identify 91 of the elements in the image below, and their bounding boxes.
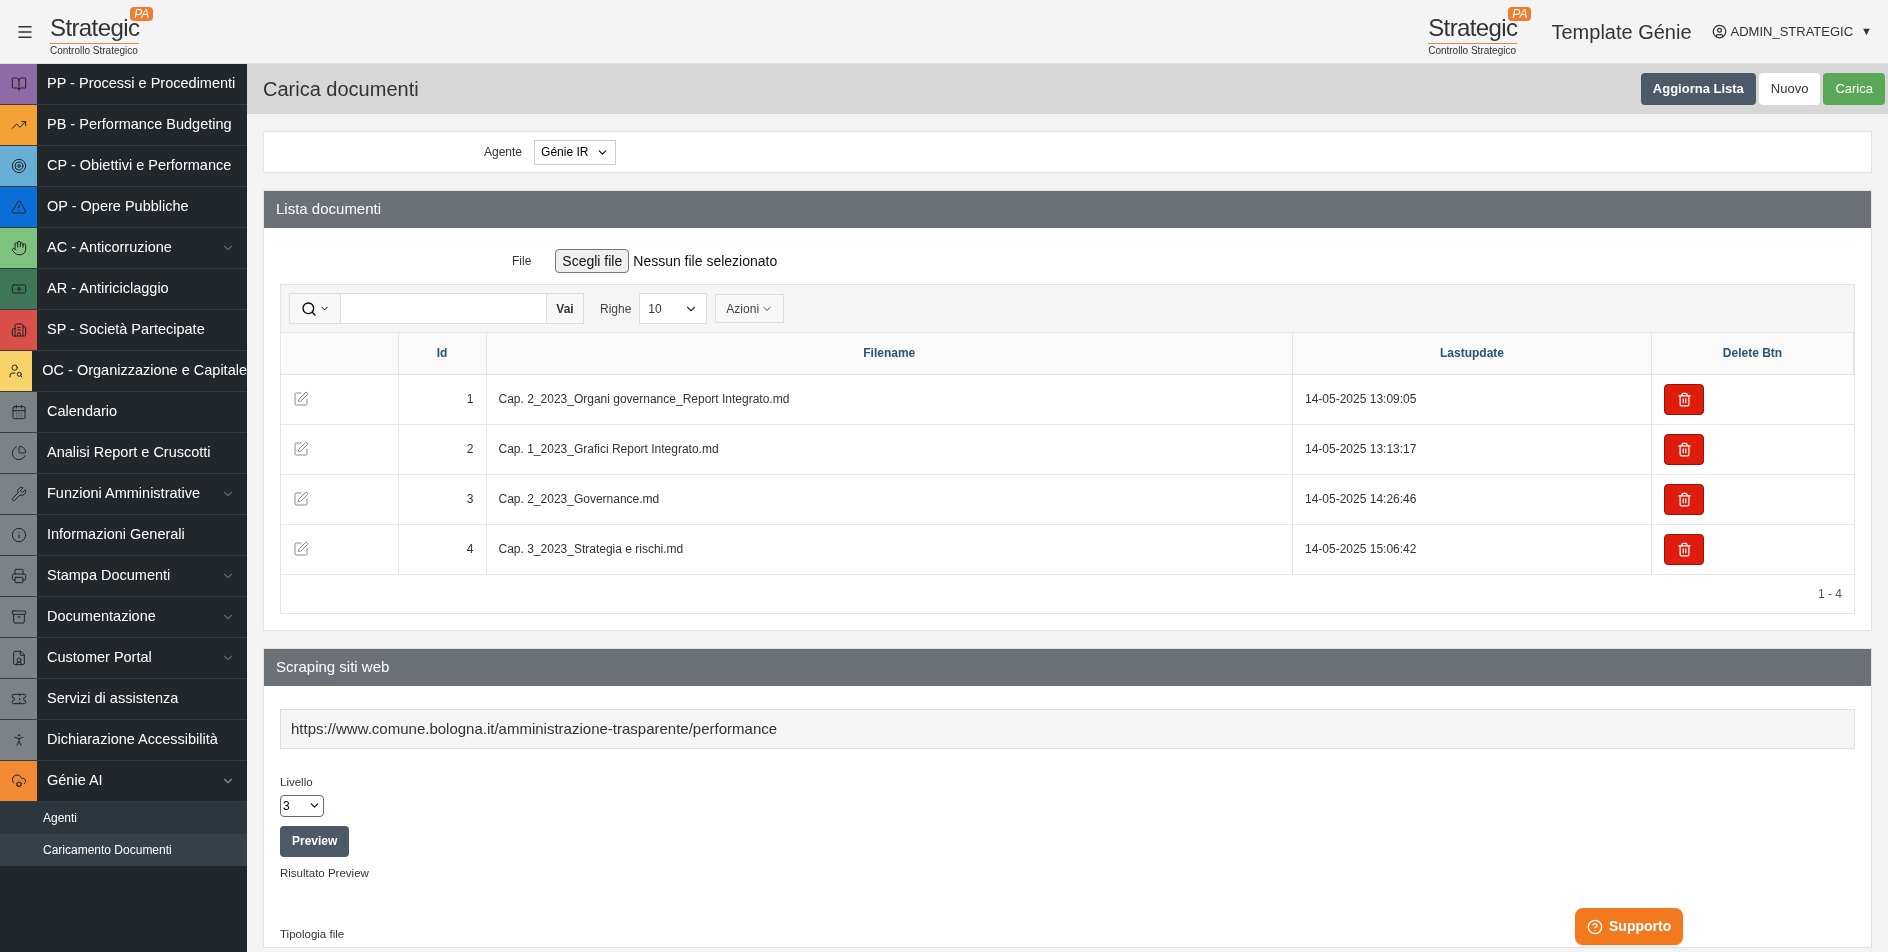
user-icon (1711, 24, 1727, 39)
edit-icon[interactable] (293, 441, 309, 457)
actions-button[interactable]: Azioni (715, 294, 785, 323)
printer-icon (10, 568, 27, 584)
sidebar-item[interactable]: Customer Portal (0, 638, 247, 679)
preview-button[interactable]: Preview (280, 825, 350, 857)
user-search-icon (8, 363, 25, 379)
target-icon (10, 158, 27, 174)
choose-file-button[interactable]: Scegli file (555, 249, 630, 273)
trash-icon (1676, 541, 1692, 557)
sidebar-item[interactable]: AC - Anticorruzione (0, 228, 247, 269)
panel-title: Scraping siti web (276, 656, 390, 677)
sidebar-item[interactable]: Stampa Documenti (0, 556, 247, 597)
book-open-icon (10, 76, 27, 92)
sidebar-item[interactable]: Informazioni Generali (0, 515, 247, 556)
sidebar-item[interactable]: Servizi di assistenza (0, 679, 247, 720)
table-cell: 14-05-2025 14:26:46 (1305, 492, 1417, 506)
delete-button[interactable] (1664, 383, 1704, 415)
delete-button[interactable] (1664, 483, 1704, 515)
help-icon (1587, 918, 1603, 935)
rows-select[interactable]: 10 (639, 293, 708, 324)
pie-chart-icon (10, 445, 27, 461)
hand-icon (10, 240, 27, 256)
edit-icon[interactable] (293, 541, 309, 557)
table-cell: Cap. 3_2023_Strategia e rischi.md (498, 542, 684, 556)
sidebar-item[interactable]: Calendario (0, 392, 247, 433)
trash-icon (1676, 441, 1692, 457)
trash-icon (1676, 491, 1692, 507)
cloud-icon (10, 773, 27, 789)
column-header[interactable]: Filename (863, 346, 916, 361)
go-button[interactable]: Vai (546, 293, 584, 324)
banknote-icon (10, 281, 27, 297)
toolbar-button[interactable]: Nuovo (1758, 73, 1821, 105)
file-type-label: Tipologia file (280, 927, 345, 942)
wrench-icon (10, 486, 27, 502)
sidebar-item[interactable]: OC - Organizzazione e Capitale (0, 351, 247, 392)
sidebar-item[interactable]: Dichiarazione Accessibilità (0, 720, 247, 761)
edit-icon[interactable] (293, 391, 309, 407)
building-icon (10, 322, 27, 338)
search-icon (300, 300, 317, 317)
user-menu[interactable]: ADMIN_STRATEGIC ▼ (1711, 21, 1872, 42)
table-cell: Cap. 2_2023_Governance.md (498, 492, 660, 506)
app-title: Template Génie (1551, 19, 1692, 45)
sidebar-item[interactable]: CP - Obiettivi e Performance (0, 146, 247, 187)
sidebar-item[interactable]: SP - Società Partecipate (0, 310, 247, 351)
archive-icon (10, 609, 27, 625)
sidebar-item[interactable]: PB - Performance Budgeting (0, 105, 247, 146)
toolbar-button[interactable]: Aggiorna Lista (1640, 73, 1756, 105)
submenu-item[interactable]: Caricamento Documenti (0, 834, 247, 866)
column-header[interactable]: Delete Btn (1722, 346, 1783, 361)
result-label: Risultato Preview (280, 865, 369, 881)
file-label: File (512, 253, 532, 270)
trash-icon (1676, 391, 1692, 407)
table-cell: 1 (466, 392, 474, 406)
column-header[interactable]: Id (436, 346, 448, 361)
search-field[interactable] (341, 293, 546, 324)
pagination-text: 1 - 4 (1818, 585, 1842, 603)
table-cell: 14-05-2025 13:13:17 (1305, 442, 1417, 456)
agent-label: Agente (484, 144, 523, 161)
delete-button[interactable] (1664, 433, 1704, 465)
panel-title: Lista documenti (276, 199, 382, 220)
delete-button[interactable] (1664, 533, 1704, 565)
file-status: Nessun file selezionato (633, 251, 778, 271)
submenu-item[interactable]: Agenti (0, 802, 247, 834)
warning-triangle-icon (10, 199, 27, 215)
info-icon (10, 527, 27, 543)
level-select[interactable]: 3 (280, 794, 324, 817)
level-label: Livello (280, 774, 313, 790)
edit-icon[interactable] (293, 491, 309, 507)
table-cell: Cap. 2_2023_Organi governance_Report Integrato.md (498, 392, 790, 406)
table-cell: 14-05-2025 15:06:42 (1305, 542, 1417, 556)
sidebar-item[interactable]: OP - Opere Pubbliche (0, 187, 247, 228)
sidebar-item[interactable]: Funzioni Amministrative (0, 474, 247, 515)
table-cell: 2 (466, 442, 474, 456)
sidebar-item[interactable]: Analisi Report e Cruscotti (0, 433, 247, 474)
table-cell: Cap. 1_2023_Grafici Report Integrato.md (498, 442, 719, 456)
sidebar-item[interactable]: Documentazione (0, 597, 247, 638)
file-user-icon (10, 650, 27, 666)
url-field[interactable]: https://www.comune.bologna.it/amministrazione-trasparente/performance (280, 708, 1855, 749)
calendar-icon (10, 404, 27, 420)
table-cell: 4 (466, 542, 474, 556)
sidebar-item[interactable]: PP - Processi e Procedimenti (0, 64, 247, 105)
rows-label: Righe (600, 300, 632, 318)
page-title: Carica documenti (263, 77, 419, 102)
ticket-icon (10, 691, 27, 707)
search-column-button[interactable] (289, 293, 341, 324)
column-header[interactable]: Lastupdate (1440, 346, 1504, 361)
agent-select[interactable]: Génie IR (534, 139, 617, 165)
sidebar-item[interactable]: AR - Antiriciclaggio (0, 269, 247, 310)
table-cell: 3 (466, 492, 474, 506)
table-cell: 14-05-2025 13:09:05 (1305, 392, 1417, 406)
